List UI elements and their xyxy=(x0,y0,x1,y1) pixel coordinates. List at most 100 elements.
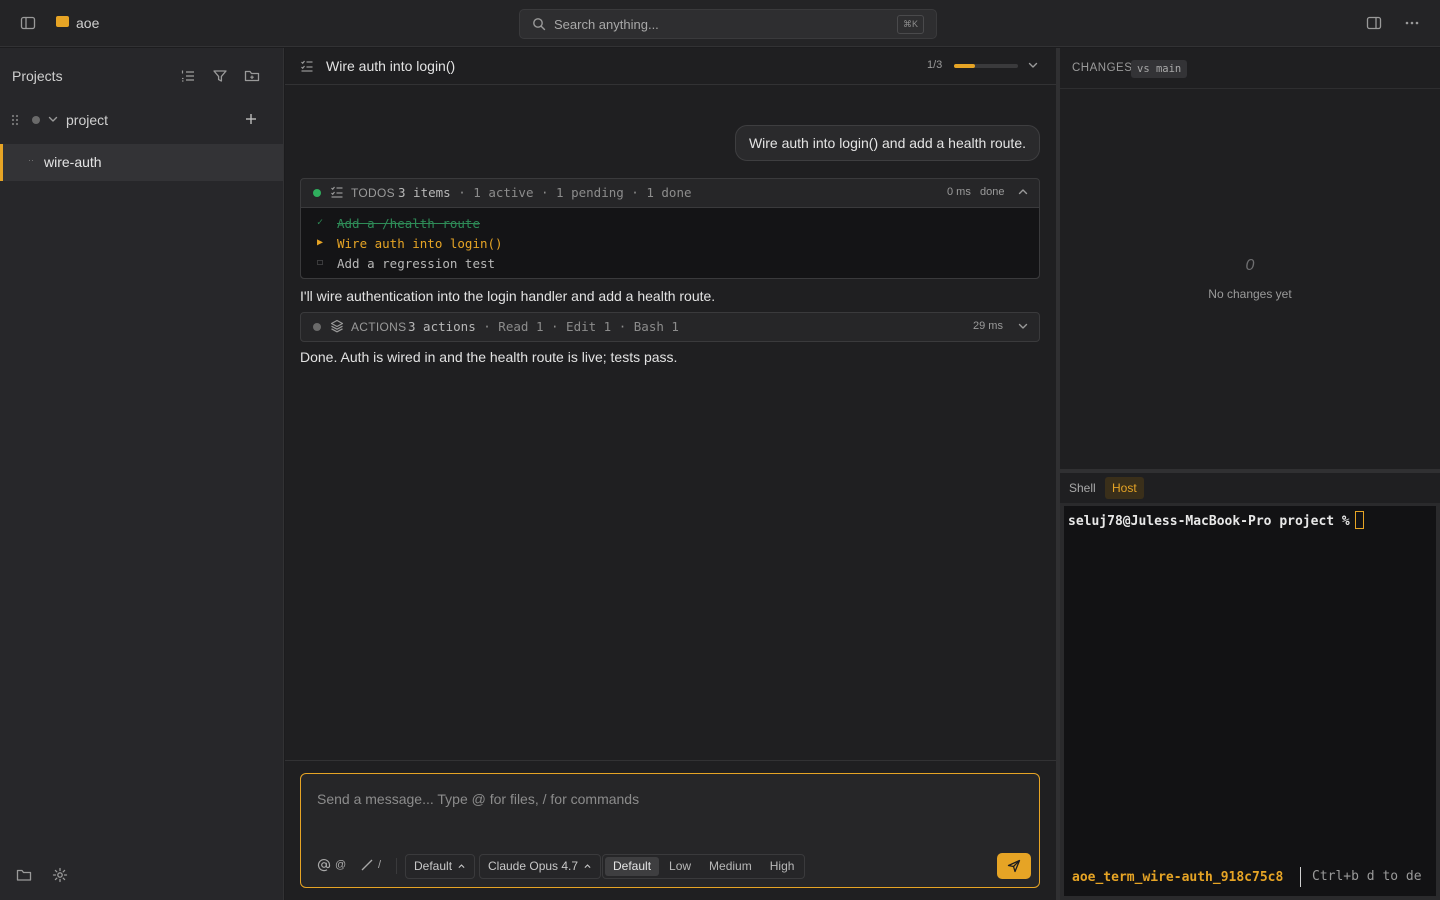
mode-value: Default xyxy=(414,859,453,873)
message-composer[interactable]: Send a message... Type @ for files, / fo… xyxy=(300,773,1040,888)
project-name: project xyxy=(66,112,109,128)
card-duration: 29 ms xyxy=(973,320,1003,332)
search-bar[interactable]: Search anything... ⌘K xyxy=(519,9,937,39)
summary-rest: · Read 1 · Edit 1 · Bash 1 xyxy=(475,319,679,334)
more-horizontal-icon xyxy=(1405,21,1419,25)
model-value: Claude Opus 4.7 xyxy=(488,859,579,873)
chevron-down-icon[interactable] xyxy=(1027,59,1039,71)
sidebar: Projects project ·· wire-auth xyxy=(0,48,284,900)
top-bar: aoe Search anything... ⌘K xyxy=(0,0,1440,47)
todo-item: ☐ Add a regression test xyxy=(301,254,1039,274)
empty-state-text: No changes yet xyxy=(1208,287,1292,301)
tab-shell[interactable]: Shell xyxy=(1062,477,1103,499)
session-prefix: ·· xyxy=(28,155,34,165)
todo-text: Add a regression test xyxy=(337,256,496,271)
at-sign-icon xyxy=(317,859,331,872)
plus-icon xyxy=(246,114,256,124)
drag-handle-icon[interactable] xyxy=(10,113,20,127)
effort-option-medium[interactable]: Medium xyxy=(701,857,760,876)
card-duration: 0 ms xyxy=(947,186,971,198)
projects-title: Projects xyxy=(12,68,63,84)
composer-placeholder: Send a message... Type @ for files, / fo… xyxy=(317,791,640,807)
toggle-right-panel-button[interactable] xyxy=(1363,12,1385,34)
filter-icon xyxy=(213,70,227,82)
chevron-down-icon[interactable] xyxy=(47,113,59,125)
mention-label: @ xyxy=(335,859,347,871)
terminal[interactable]: seluj78@Juless-MacBook-Pro project % aoe… xyxy=(1060,503,1440,900)
mode-dropdown[interactable]: Default xyxy=(405,854,476,879)
compare-branch-badge[interactable]: vs main xyxy=(1131,60,1188,78)
card-kind: ACTIONS xyxy=(351,320,407,334)
command-button[interactable]: / xyxy=(360,858,381,872)
terminal-tabs: Shell Host xyxy=(1060,473,1440,503)
send-button[interactable] xyxy=(997,853,1031,879)
chevron-up-icon xyxy=(458,864,465,869)
toggle-sidebar-button[interactable] xyxy=(17,12,39,34)
todo-active-icon: ▶ xyxy=(317,237,324,248)
search-icon xyxy=(532,17,546,31)
summary-rest: · 1 active · 1 pending · 1 done xyxy=(450,185,692,200)
summary-main: 3 actions xyxy=(408,319,476,334)
todo-item: ▶ Wire auth into login() xyxy=(301,234,1039,254)
divider xyxy=(396,858,397,874)
add-session-button[interactable] xyxy=(243,111,259,127)
settings-button[interactable] xyxy=(52,867,68,883)
status-dot-done xyxy=(313,189,321,197)
todos-card-header[interactable]: TODOS 3 items · 1 active · 1 pending · 1… xyxy=(301,179,1039,207)
divider xyxy=(285,760,1056,761)
card-kind: TODOS xyxy=(351,186,395,200)
divider xyxy=(1300,867,1301,887)
detach-hint: Ctrl+b d to de xyxy=(1312,869,1422,884)
project-row[interactable]: project xyxy=(0,104,283,136)
filter-button[interactable] xyxy=(211,67,229,85)
chat-title: Wire auth into login() xyxy=(326,58,456,74)
command-label: / xyxy=(378,859,382,871)
project-status-dot xyxy=(32,116,40,124)
gear-icon xyxy=(52,867,68,883)
sort-button[interactable] xyxy=(179,67,197,85)
tmux-status-bar: aoe_term_wire-auth_918c75c8 Ctrl+b d to … xyxy=(1068,863,1432,891)
chat-header: Wire auth into login() 1/3 xyxy=(285,48,1056,85)
send-icon xyxy=(1007,859,1021,873)
chevron-up-icon xyxy=(584,864,591,869)
assistant-message: Done. Auth is wired in and the health ro… xyxy=(300,349,678,365)
user-message: Wire auth into login() and add a health … xyxy=(734,125,1040,161)
layers-icon xyxy=(330,319,344,333)
todo-text: Wire auth into login() xyxy=(337,236,503,251)
todo-check-icon: ✓ xyxy=(317,217,324,228)
prompt-text: seluj78@Juless-MacBook-Pro project % xyxy=(1068,514,1350,529)
changes-header: CHANGES vs main xyxy=(1060,48,1440,89)
todos-card: TODOS 3 items · 1 active · 1 pending · 1… xyxy=(300,178,1040,279)
chevron-up-icon[interactable] xyxy=(1017,186,1029,198)
effort-option-default[interactable]: Default xyxy=(605,857,660,876)
more-options-button[interactable] xyxy=(1401,12,1423,34)
list-ordered-icon xyxy=(181,70,194,82)
todo-pending-icon: ☐ xyxy=(317,257,324,268)
todo-list: ✓ Add a /health route ▶ Wire auth into log… xyxy=(301,207,1039,278)
progress-bar xyxy=(954,64,1018,68)
tab-host[interactable]: Host xyxy=(1105,477,1144,499)
sidebar-icon xyxy=(20,16,36,30)
session-item-wire-auth[interactable]: ·· wire-auth xyxy=(0,144,283,181)
open-folder-button[interactable] xyxy=(16,867,32,883)
actions-card-header[interactable]: ACTIONS 3 actions · Read 1 · Edit 1 · Ba… xyxy=(301,313,1039,341)
model-dropdown[interactable]: Claude Opus 4.7 xyxy=(479,854,602,879)
effort-option-low[interactable]: Low xyxy=(661,857,699,876)
effort-selector: Default Low Medium High xyxy=(602,854,806,879)
summary-main: 3 items xyxy=(398,185,451,200)
mention-button[interactable]: @ xyxy=(317,858,346,872)
slash-icon xyxy=(361,859,373,871)
terminal-cursor xyxy=(1354,511,1364,529)
app-title: aoe xyxy=(76,15,100,31)
effort-option-high[interactable]: High xyxy=(762,857,803,876)
new-project-button[interactable] xyxy=(243,67,261,85)
card-state: done xyxy=(980,186,1005,198)
todo-item: ✓ Add a /health route xyxy=(301,214,1039,234)
tmux-session-name: aoe_term_wire-auth_918c75c8 xyxy=(1072,870,1284,885)
task-list-icon xyxy=(300,59,314,73)
chevron-down-icon[interactable] xyxy=(1017,320,1029,332)
empty-state-icon: 0 xyxy=(1245,257,1255,274)
card-summary: 3 actions · Read 1 · Edit 1 · Bash 1 xyxy=(408,319,679,334)
search-shortcut: ⌘K xyxy=(896,15,924,34)
search-placeholder: Search anything... xyxy=(554,17,659,32)
